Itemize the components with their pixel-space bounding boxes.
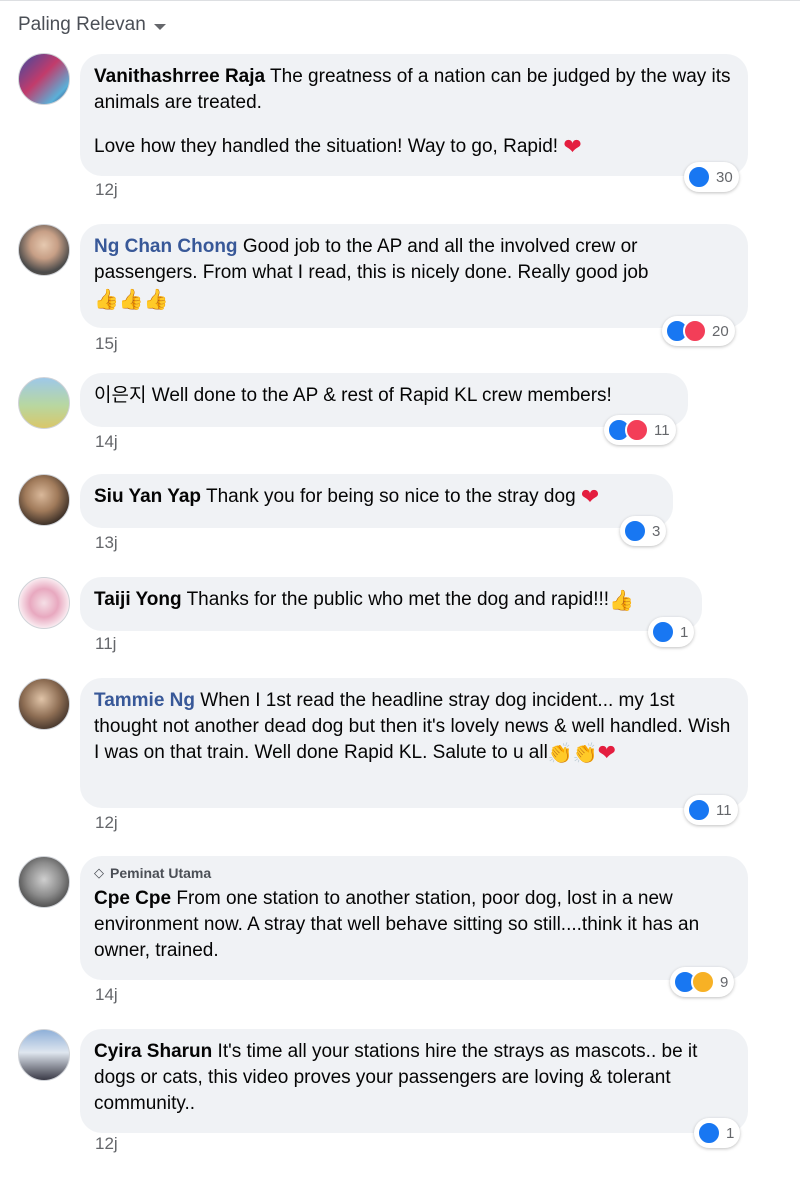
reaction-summary[interactable]: 9: [670, 967, 735, 997]
like-icon: [687, 798, 711, 822]
comment-author[interactable]: Tammie Ng: [94, 690, 195, 711]
comment-timestamp[interactable]: 15j: [95, 334, 118, 354]
comment-timestamp[interactable]: 13j: [95, 533, 118, 553]
comment-text: Well done to the AP & rest of Rapid KL c…: [151, 385, 612, 406]
comment-author[interactable]: Taiji Yong: [94, 589, 182, 610]
comment-timestamp[interactable]: 12j: [95, 1134, 118, 1154]
comment-text: From one station to another station, poo…: [94, 888, 700, 961]
reaction-count: 1: [680, 623, 689, 641]
comment-author[interactable]: 이은지: [94, 385, 146, 406]
comment-bubble: 이은지 Well done to the AP & rest of Rapid …: [80, 373, 688, 427]
comment-author[interactable]: Cyira Sharun: [94, 1041, 212, 1062]
reaction-summary[interactable]: 11: [684, 795, 738, 825]
comment-bubble: Taiji Yong Thanks for the public who met…: [80, 577, 702, 631]
reaction-summary[interactable]: 20: [662, 316, 735, 346]
thumbs-up-emoji-icon: 👍👍👍: [94, 289, 169, 311]
comment-author[interactable]: Ng Chan Chong: [94, 236, 238, 257]
comment-text: Thanks for the public who met the dog an…: [186, 589, 610, 610]
reaction-count: 9: [720, 973, 729, 991]
reaction-count: 11: [654, 421, 670, 439]
comment-bubble: Vanithashrree Raja The greatness of a na…: [80, 54, 748, 176]
comment-timestamp[interactable]: 12j: [95, 180, 118, 200]
reaction-count: 1: [726, 1124, 735, 1142]
heart-emoji-icon: ❤: [563, 134, 582, 159]
love-icon: [625, 418, 649, 442]
comment-text: Thank you for being so nice to the stray…: [205, 486, 576, 507]
reaction-count: 20: [712, 322, 729, 340]
avatar[interactable]: [18, 856, 70, 908]
like-icon: [697, 1121, 721, 1145]
reaction-count: 30: [716, 168, 733, 186]
comment-bubble: Cyira Sharun It's time all your stations…: [80, 1029, 748, 1133]
heart-emoji-icon: ❤: [597, 740, 617, 765]
sort-label: Paling Relevan: [18, 14, 146, 35]
reaction-count: 3: [652, 522, 661, 540]
avatar[interactable]: [18, 1029, 70, 1081]
comment-bubble: Tammie Ng When I 1st read the headline s…: [80, 678, 748, 808]
reaction-summary[interactable]: 3: [620, 516, 667, 546]
comment-timestamp[interactable]: 14j: [95, 432, 118, 452]
comment-author[interactable]: Siu Yan Yap: [94, 486, 201, 507]
reaction-count: 11: [716, 801, 732, 819]
reaction-summary[interactable]: 1: [694, 1118, 741, 1148]
avatar[interactable]: [18, 577, 70, 629]
comment-text-2: Love how they handled the situation! Way…: [94, 136, 559, 157]
reaction-summary[interactable]: 1: [648, 617, 695, 647]
reaction-summary[interactable]: 30: [684, 162, 739, 192]
badge-label: Peminat Utama: [110, 865, 212, 881]
caret-down-icon: [153, 23, 166, 30]
love-icon: [683, 319, 707, 343]
comment-author[interactable]: Cpe Cpe: [94, 888, 171, 909]
sad-icon: [691, 970, 715, 994]
avatar[interactable]: [18, 377, 70, 429]
top-divider: [0, 0, 800, 1]
diamond-icon: ◇: [94, 865, 104, 880]
like-icon: [687, 165, 711, 189]
comment-timestamp[interactable]: 14j: [95, 985, 118, 1005]
comment-bubble: ◇ Peminat Utama Cpe Cpe From one station…: [80, 856, 748, 980]
sort-dropdown[interactable]: Paling Relevan: [18, 14, 166, 36]
like-icon: [623, 519, 647, 543]
clapping-emoji-icon: 👏👏: [547, 743, 598, 765]
comment-timestamp[interactable]: 11j: [95, 634, 116, 654]
comment-timestamp[interactable]: 12j: [95, 813, 118, 833]
reaction-summary[interactable]: 11: [604, 415, 676, 445]
avatar[interactable]: [18, 678, 70, 730]
avatar[interactable]: [18, 53, 70, 105]
avatar[interactable]: [18, 474, 70, 526]
top-fan-badge: ◇ Peminat Utama: [94, 864, 734, 882]
comment-author[interactable]: Vanithashrree Raja: [94, 66, 265, 87]
avatar[interactable]: [18, 224, 70, 276]
comment-bubble: Siu Yan Yap Thank you for being so nice …: [80, 474, 673, 528]
heart-emoji-icon: ❤: [580, 484, 600, 509]
thumbs-up-emoji-icon: 👍: [609, 590, 634, 612]
like-icon: [651, 620, 675, 644]
comment-bubble: Ng Chan Chong Good job to the AP and all…: [80, 224, 748, 328]
